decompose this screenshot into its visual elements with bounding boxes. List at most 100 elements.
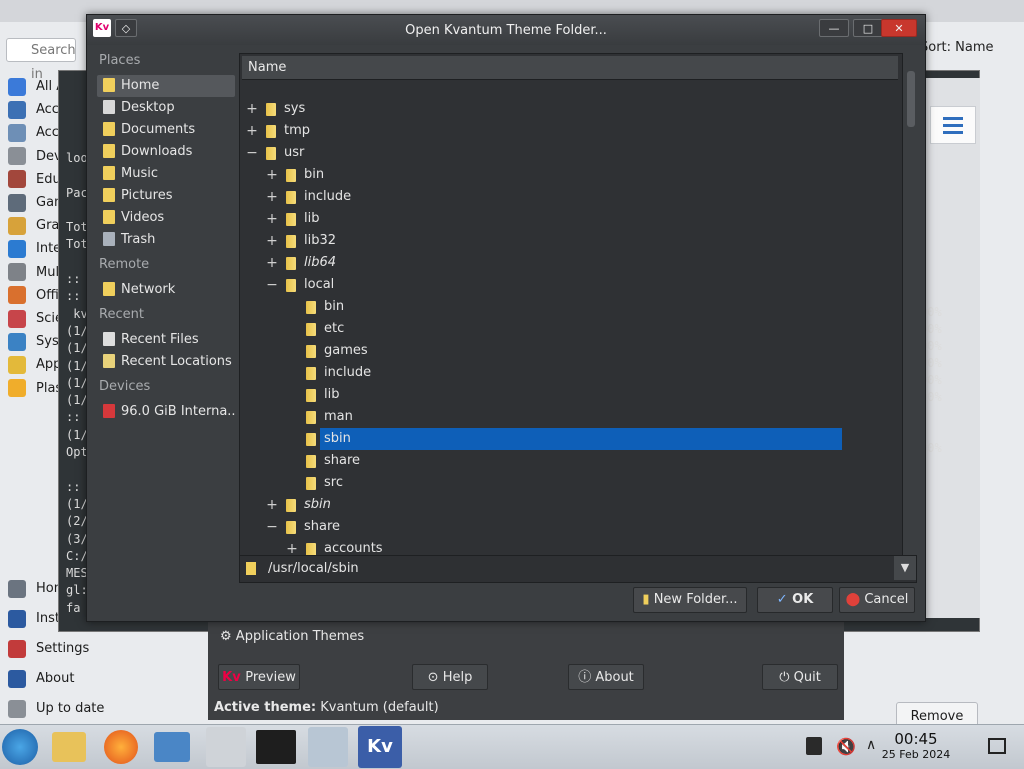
expand-icon[interactable]: + xyxy=(266,494,278,516)
category-icon xyxy=(8,123,26,142)
folder-tree[interactable]: Name + sys + tmp − usr + bin + include + lib + lib32 +… xyxy=(239,53,903,563)
places-item[interactable]: Network xyxy=(97,279,235,301)
hamburger-menu-icon[interactable] xyxy=(930,106,976,144)
places-item[interactable]: Music xyxy=(97,163,235,185)
tree-row-label: src xyxy=(324,475,343,490)
tree-row[interactable]: man xyxy=(240,406,902,428)
help-icon: ⊙ xyxy=(427,670,443,685)
tree-row[interactable]: games xyxy=(240,340,902,362)
bottom-nav-item[interactable]: Settings xyxy=(8,638,89,660)
file-manager-icon[interactable] xyxy=(52,732,86,762)
collapse-icon[interactable]: − xyxy=(266,516,278,538)
sidebar-item-label: Mul xyxy=(36,264,60,280)
quit-button[interactable]: ⏻ Quit xyxy=(762,664,838,690)
bottom-nav-item[interactable]: Up to date xyxy=(8,698,104,720)
places-item[interactable]: Videos xyxy=(97,207,235,229)
expand-icon[interactable]: + xyxy=(266,208,278,230)
minimize-button[interactable]: — xyxy=(819,19,849,37)
tree-row[interactable]: include xyxy=(240,362,902,384)
network-icon xyxy=(103,281,115,296)
chevron-down-icon[interactable]: ▼ xyxy=(894,556,916,580)
drive-icon xyxy=(103,403,115,418)
collapse-icon[interactable]: − xyxy=(266,274,278,296)
tree-row-label: include xyxy=(324,365,372,380)
terminal-line: kv xyxy=(66,306,88,321)
tree-row[interactable]: + include xyxy=(240,186,902,208)
maximize-button[interactable]: □ xyxy=(853,19,883,37)
tree-scrollbar[interactable] xyxy=(905,53,917,561)
open-folder-dialog: Open Kvantum Theme Folder... Kv ◇ — □ ✕ … xyxy=(86,14,926,622)
expand-icon[interactable]: + xyxy=(266,164,278,186)
trash-icon xyxy=(103,231,115,246)
folder-icon xyxy=(306,345,316,358)
kvantum-task-icon[interactable]: Kv xyxy=(358,726,402,768)
category-icon xyxy=(8,309,26,328)
bottom-nav-item[interactable]: Inst xyxy=(8,608,60,630)
tree-row[interactable]: bin xyxy=(240,296,902,318)
preview-button[interactable]: Kv Preview xyxy=(218,664,300,690)
tree-row[interactable]: + tmp xyxy=(240,120,902,142)
tree-row[interactable]: + lib xyxy=(240,208,902,230)
tree-row[interactable]: + bin xyxy=(240,164,902,186)
chevron-up-icon[interactable]: ∧ xyxy=(866,737,880,757)
mute-icon[interactable]: 🔇 xyxy=(836,737,856,757)
show-desktop-icon[interactable] xyxy=(988,738,1006,754)
clipboard-icon[interactable] xyxy=(806,737,822,755)
tree-row[interactable]: share xyxy=(240,450,902,472)
bottom-nav-item[interactable]: About xyxy=(8,668,74,690)
expand-icon[interactable]: + xyxy=(266,252,278,274)
tree-row[interactable]: lib xyxy=(240,384,902,406)
start-menu-icon[interactable] xyxy=(2,729,38,765)
software-center-icon[interactable] xyxy=(206,727,246,767)
help-button[interactable]: ⊙ Help xyxy=(412,664,488,690)
scrollbar-thumb[interactable] xyxy=(907,71,915,127)
package-manager-icon[interactable] xyxy=(308,727,348,767)
about-label: About xyxy=(595,670,634,685)
places-item[interactable]: Desktop xyxy=(97,97,235,119)
sort-selector[interactable]: Sort: Name xyxy=(920,40,994,55)
tree-row[interactable]: + sbin xyxy=(240,494,902,516)
pin-icon[interactable]: ◇ xyxy=(115,19,137,37)
places-item[interactable]: 96.0 GiB Interna... xyxy=(97,401,235,423)
dialog-titlebar[interactable]: Open Kvantum Theme Folder... xyxy=(87,15,925,45)
tree-row[interactable]: + sys xyxy=(240,98,902,120)
application-themes-section[interactable]: ⚙ Application Themes xyxy=(220,629,364,644)
expand-icon[interactable]: + xyxy=(266,186,278,208)
places-item[interactable]: Documents xyxy=(97,119,235,141)
expand-icon[interactable]: + xyxy=(266,230,278,252)
terminal-icon[interactable] xyxy=(256,730,296,764)
search-input[interactable]: Search in xyxy=(6,38,76,82)
ok-button[interactable]: ✓ OK xyxy=(757,587,833,613)
new-folder-button[interactable]: ▮ New Folder... xyxy=(633,587,747,613)
tree-row-label: games xyxy=(324,343,368,358)
tree-row-label: tmp xyxy=(284,123,311,138)
about-button[interactable]: ⓘ About xyxy=(568,664,644,690)
places-item[interactable]: Downloads xyxy=(97,141,235,163)
tree-row[interactable]: src xyxy=(240,472,902,494)
category-icon xyxy=(8,77,26,96)
tree-row[interactable]: − usr xyxy=(240,142,902,164)
collapse-icon[interactable]: − xyxy=(246,142,258,164)
firefox-icon[interactable] xyxy=(104,730,138,764)
close-icon[interactable]: ✕ xyxy=(881,19,917,37)
places-item[interactable]: Trash xyxy=(97,229,235,251)
tree-row[interactable]: − local xyxy=(240,274,902,296)
expand-icon[interactable]: + xyxy=(246,120,258,142)
cancel-button[interactable]: ⬤ Cancel xyxy=(839,587,915,613)
places-item[interactable]: Recent Locations xyxy=(97,351,235,373)
terminal-line: (1/ xyxy=(66,358,88,373)
tree-row[interactable]: + lib32 xyxy=(240,230,902,252)
expand-icon[interactable]: + xyxy=(246,98,258,120)
clock-time[interactable]: 00:45 xyxy=(880,730,952,748)
tree-row[interactable]: etc xyxy=(240,318,902,340)
tree-row[interactable]: + lib64 xyxy=(240,252,902,274)
tree-row[interactable]: sbin xyxy=(240,428,902,450)
column-header-name[interactable]: Name xyxy=(242,56,898,80)
pictures-icon xyxy=(103,187,115,202)
system-settings-icon[interactable] xyxy=(154,732,190,762)
places-item[interactable]: Pictures xyxy=(97,185,235,207)
places-item[interactable]: Recent Files xyxy=(97,329,235,351)
places-item[interactable]: Home xyxy=(97,75,235,97)
tree-row[interactable]: − share xyxy=(240,516,902,538)
path-combobox[interactable]: /usr/local/sbin ▼ xyxy=(239,555,917,583)
